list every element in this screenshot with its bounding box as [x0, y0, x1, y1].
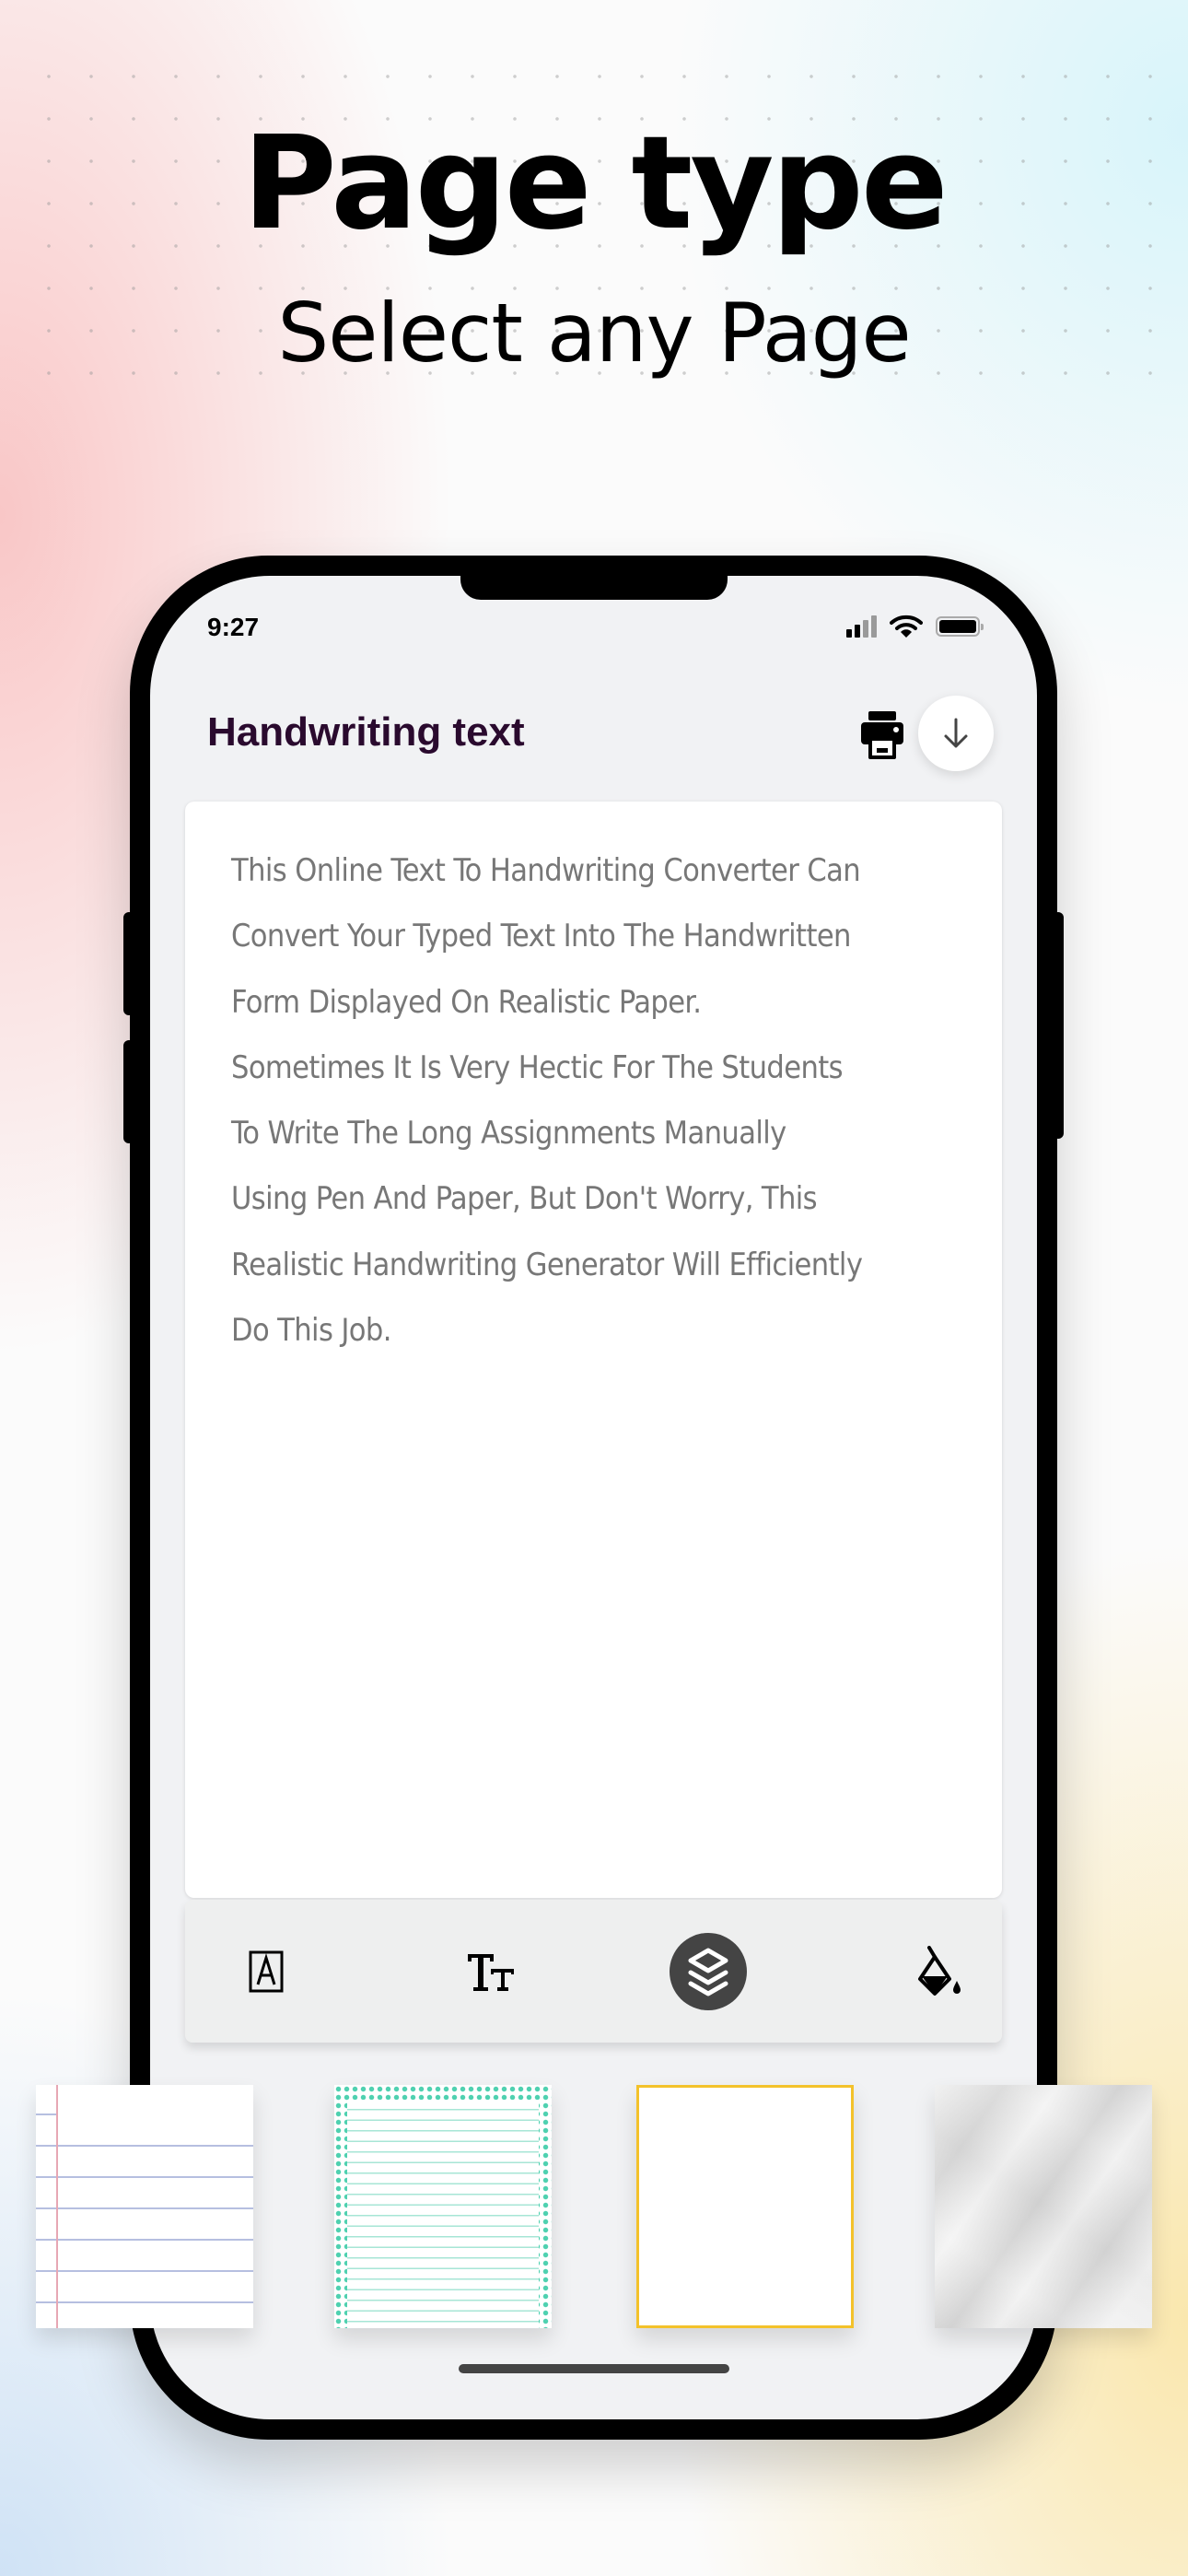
- editor-line: Sometimes It Is Very Hectic For The Stud…: [231, 1048, 844, 1086]
- printer-icon: [861, 711, 903, 759]
- page-type-dotted-border[interactable]: [334, 2085, 552, 2328]
- notch: [460, 576, 728, 600]
- editor-line: Form Displayed On Realistic Paper.: [231, 983, 702, 1021]
- text-editor[interactable]: This Online Text To Handwriting Converte…: [185, 802, 1002, 1898]
- status-time: 9:27: [207, 613, 260, 641]
- hero-title: Page type: [242, 109, 949, 259]
- text-size-icon: [468, 1954, 514, 1991]
- editor-line: To Write The Long Assignments Manually: [231, 1115, 786, 1153]
- battery-icon: [936, 616, 984, 637]
- paint-bucket-icon: [918, 1946, 961, 1996]
- text-size-button[interactable]: [452, 1933, 530, 2010]
- font-style-button[interactable]: [227, 1933, 305, 2010]
- page-type-ruled[interactable]: [36, 2085, 253, 2328]
- wifi-icon: [890, 615, 923, 638]
- hero-subtitle: Select any Page: [277, 286, 911, 381]
- font-box-icon: [249, 1950, 284, 1993]
- print-button[interactable]: [859, 709, 905, 761]
- app-title: Handwriting text: [207, 709, 525, 755]
- editor-line: Convert Your Typed Text Into The Handwri…: [231, 918, 851, 955]
- home-indicator[interactable]: [459, 2364, 729, 2373]
- page-type-button[interactable]: [670, 1933, 747, 2010]
- editor-text[interactable]: This Online Text To Handwriting Converte…: [231, 838, 968, 1364]
- editor-line: Do This Job.: [231, 1312, 391, 1350]
- status-icons: [846, 615, 984, 638]
- page-type-plain[interactable]: [636, 2085, 854, 2328]
- arrow-down-icon: [944, 718, 968, 748]
- bottom-toolbar: [185, 1900, 1002, 2043]
- editor-line: This Online Text To Handwriting Converte…: [231, 852, 861, 889]
- signal-icon: [846, 615, 877, 638]
- page-type-crumpled[interactable]: [935, 2085, 1152, 2328]
- ink-color-button[interactable]: [902, 1933, 979, 2010]
- editor-line: Realistic Handwriting Generator Will Eff…: [231, 1246, 863, 1283]
- phone-screen: 9:27 Handwriting text This Online Text T…: [150, 576, 1037, 2419]
- editor-line: Using Pen And Paper, But Don't Worry, Th…: [231, 1180, 818, 1218]
- layers-icon: [688, 1948, 728, 1996]
- download-button[interactable]: [918, 696, 994, 771]
- phone-frame: 9:27 Handwriting text This Online Text T…: [130, 556, 1057, 2440]
